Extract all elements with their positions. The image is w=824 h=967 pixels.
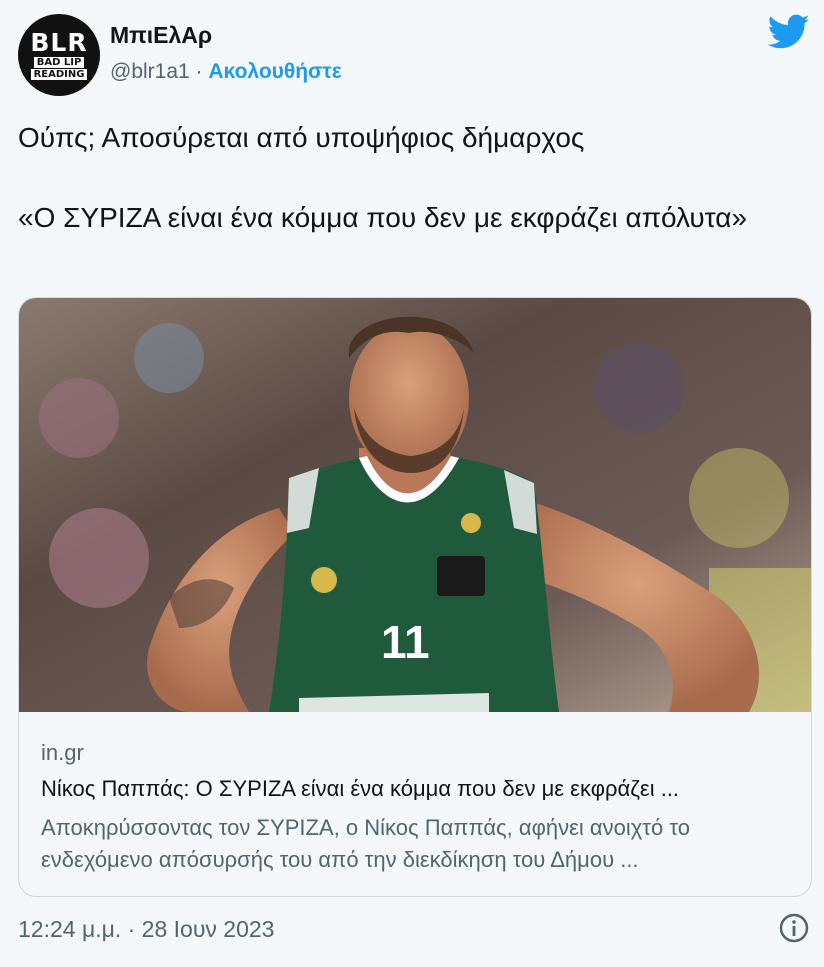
follow-button[interactable]: Ακολουθήστε xyxy=(208,60,341,83)
twitter-bird-icon[interactable] xyxy=(768,14,810,50)
tweet-text: Ούπς; Αποσύρεται από υποψήφιος δήμαρχος … xyxy=(18,118,808,238)
jersey-number: 11 xyxy=(381,616,430,668)
card-image[interactable]: 11 xyxy=(19,298,811,712)
tweet-footer: 12:24 μ.μ. · 28 Ιουν 2023 xyxy=(18,912,810,952)
avatar-logo-subtext-1: BAD LIP xyxy=(33,56,85,68)
card-title[interactable]: Νίκος Παππάς: Ο ΣΥΡΙΖΑ είναι ένα κόμμα π… xyxy=(41,776,791,802)
link-preview-card[interactable]: 11 in.gr Νίκος Παππάς: Ο ΣΥΡΙΖΑ είναι έν… xyxy=(18,297,812,897)
separator-dot: · xyxy=(195,60,203,83)
author-handle[interactable]: @blr1a1 xyxy=(110,60,190,83)
tweet-text-line2: «Ο ΣΥΡΙΖΑ είναι ένα κόμμα που δεν με εκφ… xyxy=(18,202,748,233)
tweet-timestamp[interactable]: 12:24 μ.μ. · 28 Ιουν 2023 xyxy=(18,916,274,943)
card-description: Αποκηρύσσοντας τον ΣΥΡΙΖΑ, ο Νίκος Παππά… xyxy=(41,815,690,872)
tweet-header: BLR BAD LIP READING ΜπιΕλΑρ @blr1a1 · Ακ… xyxy=(18,14,812,96)
avatar-logo-subtext-2: READING xyxy=(30,68,88,80)
author-display-name[interactable]: ΜπιΕλΑρ xyxy=(110,22,212,49)
avatar[interactable]: BLR BAD LIP READING xyxy=(18,14,100,96)
info-icon[interactable] xyxy=(778,912,810,944)
card-domain: in.gr xyxy=(41,740,84,765)
tweet-text-line1: Ούπς; Αποσύρεται από υποψήφιος δήμαρχος xyxy=(18,122,585,153)
author-handle-line: @blr1a1 · Ακολουθήστε xyxy=(110,60,342,84)
avatar-logo-text: BLR xyxy=(30,27,88,57)
